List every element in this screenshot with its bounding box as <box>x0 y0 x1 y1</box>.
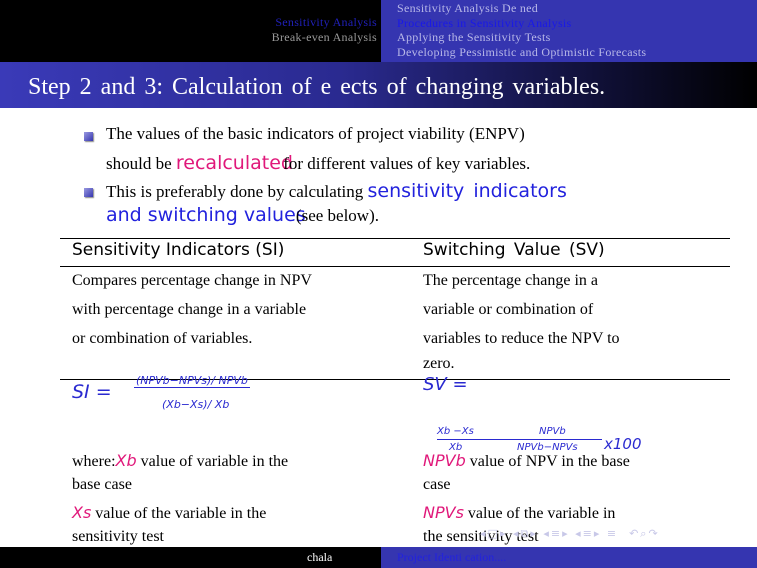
nav-sub-defined[interactable]: Sensitivity Analysis De ned <box>397 1 646 16</box>
nav-back-search-forward-icon[interactable]: ↶⌕↷ <box>629 527 660 540</box>
beamer-navigation: ◂□▸ ◂⧉▸ ◂≡▸ ◂≡▸ ≡ ↶⌕↷ <box>480 527 660 541</box>
nav-section-sensitivity-analysis[interactable]: Sensitivity Analysis <box>272 15 377 30</box>
si-formula-denominator: (Xb−Xs)/ Xb <box>162 398 230 411</box>
nav-doc-icon[interactable]: ◂≡▸ <box>575 527 601 540</box>
nav-subsection-icon[interactable]: ◂⧉▸ <box>513 527 538 540</box>
si-formula-lhs: SI = <box>72 381 112 403</box>
nav-section-break-even-analysis[interactable]: Break-even Analysis <box>272 30 377 45</box>
nav-menu-icon[interactable]: ≡ <box>607 527 618 540</box>
si-description: Compares percentage change in NPV with pe… <box>72 272 312 347</box>
slide-title: Step 2 and 3: Calculation of e ects of c… <box>0 62 757 108</box>
nav-sub-procedures[interactable]: Procedures in Sensitivity Analysis <box>397 16 646 31</box>
section-nav: Sensitivity Analysis Break-even Analysis <box>272 15 377 44</box>
si-formula-numerator: (NPVb−NPVs)/ NPVb <box>134 374 250 388</box>
si-where: where:Xb value of variable in the base c… <box>72 451 289 545</box>
footer-title-bar: Project Identi cation.... <box>381 547 757 568</box>
footer-author: chala <box>307 550 333 564</box>
bullet-2-line-2: and switching values (see below). <box>106 204 379 226</box>
nav-frame-icon[interactable]: ◂□▸ <box>480 527 507 540</box>
bullet-icon <box>84 188 93 197</box>
bullet-1-line-2: should be recalculated for different val… <box>106 152 531 174</box>
table-header-sv: Switching Value (SV) <box>423 240 605 260</box>
sv-f2-numerator: NPVb <box>539 426 566 437</box>
table-top-rule <box>60 238 730 239</box>
table-header-si: Sensitivity Indicators (SI) <box>72 240 285 260</box>
nav-section-icon[interactable]: ◂≡▸ <box>543 527 569 540</box>
footer-author-bar: chala <box>0 547 381 568</box>
bullet-icon <box>84 132 93 141</box>
bullet-1-line-1: The values of the basic indicators of pr… <box>106 124 525 143</box>
subsection-nav: Sensitivity Analysis De ned Procedures i… <box>397 1 646 59</box>
sv-fraction-bar <box>437 439 602 440</box>
footer-short-title[interactable]: Project Identi cation.... <box>397 550 506 564</box>
sv-formula-lhs: SV = <box>423 374 468 395</box>
bullet-2-line-1: This is preferably done by calculating s… <box>106 180 567 202</box>
header-sections: Sensitivity Analysis Break-even Analysis <box>0 0 381 62</box>
nav-sub-applying[interactable]: Applying the Sensitivity Tests <box>397 30 646 45</box>
nav-sub-forecasts[interactable]: Developing Pessimistic and Optimistic Fo… <box>397 45 646 60</box>
header-subsections: Sensitivity Analysis De ned Procedures i… <box>381 0 757 62</box>
sv-description: The percentage change in a variable or co… <box>423 272 620 372</box>
sv-f1-numerator: Xb −Xs <box>437 426 474 437</box>
